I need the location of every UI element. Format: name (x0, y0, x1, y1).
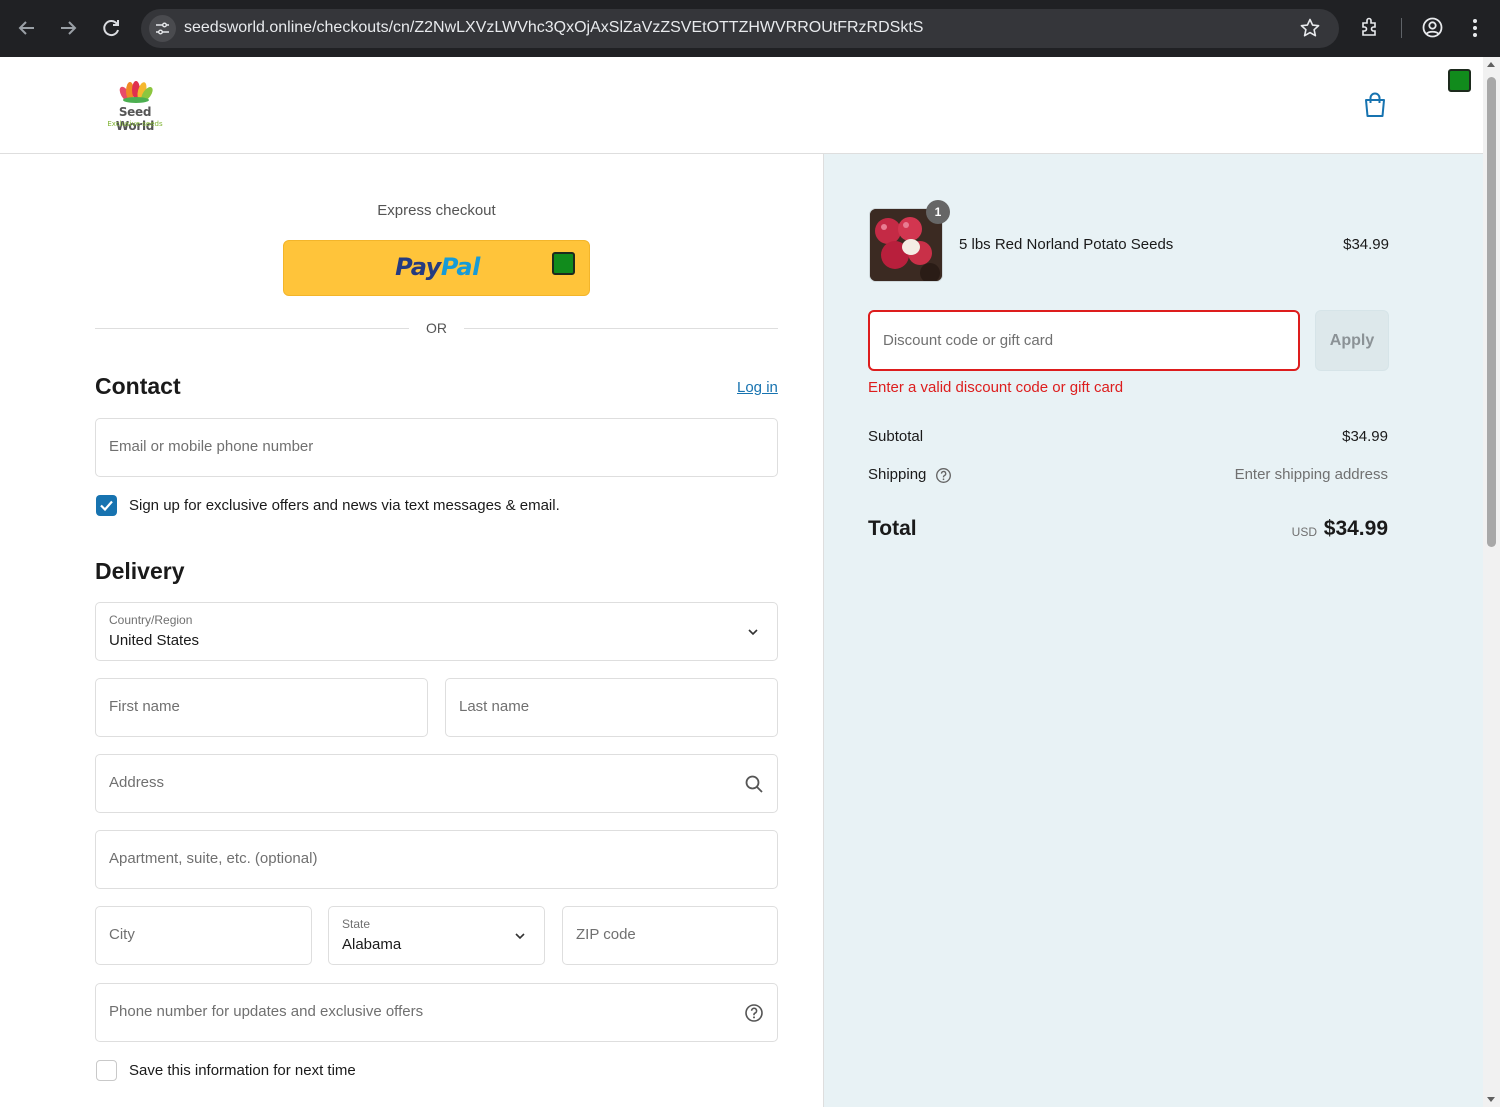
discount-error-message: Enter a valid discount code or gift card (868, 379, 1124, 396)
forward-icon[interactable] (55, 15, 81, 41)
marketing-checkbox-label: Sign up for exclusive offers and news vi… (129, 497, 560, 514)
scroll-down-arrow-icon[interactable] (1487, 1097, 1495, 1102)
green-square-marker (552, 252, 575, 275)
back-icon[interactable] (14, 15, 40, 41)
contact-heading: Contact (95, 373, 181, 399)
save-info-checkbox[interactable] (96, 1060, 117, 1081)
zip-code-placeholder: ZIP code (576, 926, 636, 943)
extensions-icon[interactable] (1359, 16, 1381, 43)
total-label: Total (868, 517, 917, 540)
last-name-field[interactable]: Last name (445, 678, 778, 737)
email-placeholder: Email or mobile phone number (109, 438, 314, 455)
scroll-up-arrow-icon[interactable] (1487, 62, 1495, 67)
search-icon (744, 774, 764, 799)
address-placeholder: Address (109, 774, 165, 791)
shipping-label: Shipping (868, 466, 927, 483)
or-divider-label: OR (426, 320, 447, 336)
phone-placeholder: Phone number for updates and exclusive o… (109, 1003, 424, 1020)
zip-code-field[interactable]: ZIP code (562, 906, 778, 965)
phone-field[interactable]: Phone number for updates and exclusive o… (95, 983, 778, 1042)
paypal-button[interactable]: PayPal (283, 240, 590, 296)
star-icon[interactable] (1299, 17, 1321, 39)
green-square-marker (1448, 69, 1471, 92)
login-link[interactable]: Log in (737, 379, 778, 396)
address-bar[interactable]: seedsworld.online/checkouts/cn/Z2NwLXVzL… (141, 9, 1339, 48)
country-select[interactable]: Country/Region United States (95, 602, 778, 661)
order-summary-column: 1 5 lbs Red Norland Potato Seeds $34.99 … (823, 154, 1483, 1107)
email-field[interactable]: Email or mobile phone number (95, 418, 778, 477)
page-scrollbar[interactable] (1483, 57, 1500, 1107)
chevron-down-icon (513, 929, 527, 948)
save-info-checkbox-label: Save this information for next time (129, 1062, 356, 1079)
reload-icon[interactable] (98, 15, 124, 41)
checkout-form-column: Express checkout PayPal OR Contact Log i… (0, 154, 823, 1107)
city-field[interactable]: City (95, 906, 312, 965)
address-field[interactable]: Address (95, 754, 778, 813)
quantity-badge: 1 (926, 200, 950, 224)
logo-name: Seed World (115, 105, 155, 133)
country-value: United States (109, 632, 200, 649)
express-checkout-title: Express checkout (377, 202, 496, 219)
state-select[interactable]: State Alabama (328, 906, 545, 965)
state-value: Alabama (342, 936, 402, 953)
menu-icon[interactable] (1466, 16, 1484, 45)
scrollbar-thumb[interactable] (1487, 77, 1496, 547)
subtotal-value: $34.99 (1342, 428, 1388, 445)
subtotal-label: Subtotal (868, 428, 924, 445)
chevron-down-icon (746, 625, 760, 644)
site-info-icon[interactable] (149, 15, 176, 42)
product-name: 5 lbs Red Norland Potato Seeds (959, 236, 1174, 253)
url-text[interactable]: seedsworld.online/checkouts/cn/Z2NwLXVzL… (184, 19, 923, 37)
total-value: $34.99 (1323, 517, 1388, 540)
state-label: State (342, 917, 371, 931)
country-label: Country/Region (109, 613, 193, 627)
marketing-checkbox[interactable] (96, 495, 117, 516)
apartment-field[interactable]: Apartment, suite, etc. (optional) (95, 830, 778, 889)
site-header: Seed World Exclusive seeds (0, 57, 1483, 154)
paypal-logo: PayPal (395, 253, 480, 281)
city-placeholder: City (109, 926, 135, 943)
discount-code-placeholder: Discount code or gift card (883, 332, 1054, 349)
cart-bag-icon[interactable] (1362, 91, 1388, 124)
apply-button[interactable]: Apply (1315, 310, 1389, 371)
first-name-field[interactable]: First name (95, 678, 428, 737)
shipping-help-icon[interactable] (935, 467, 952, 489)
checkout-page: Seed World Exclusive seeds Express check… (0, 57, 1483, 1107)
product-price: $34.99 (1343, 236, 1389, 253)
seed-world-logo[interactable]: Seed World Exclusive seeds (101, 79, 171, 133)
or-divider: OR (95, 320, 778, 336)
apartment-placeholder: Apartment, suite, etc. (optional) (109, 850, 318, 867)
discount-code-field[interactable]: Discount code or gift card (868, 310, 1300, 371)
shipping-value: Enter shipping address (1234, 466, 1388, 483)
profile-icon[interactable] (1421, 16, 1444, 44)
logo-tagline: Exclusive seeds (107, 120, 163, 128)
help-circle-icon[interactable] (744, 1003, 764, 1028)
delivery-heading: Delivery (95, 558, 185, 584)
last-name-placeholder: Last name (459, 698, 530, 715)
total-currency: USD (1291, 525, 1317, 539)
toolbar-divider (1401, 18, 1402, 38)
first-name-placeholder: First name (109, 698, 180, 715)
browser-toolbar: seedsworld.online/checkouts/cn/Z2NwLXVzL… (0, 0, 1500, 57)
